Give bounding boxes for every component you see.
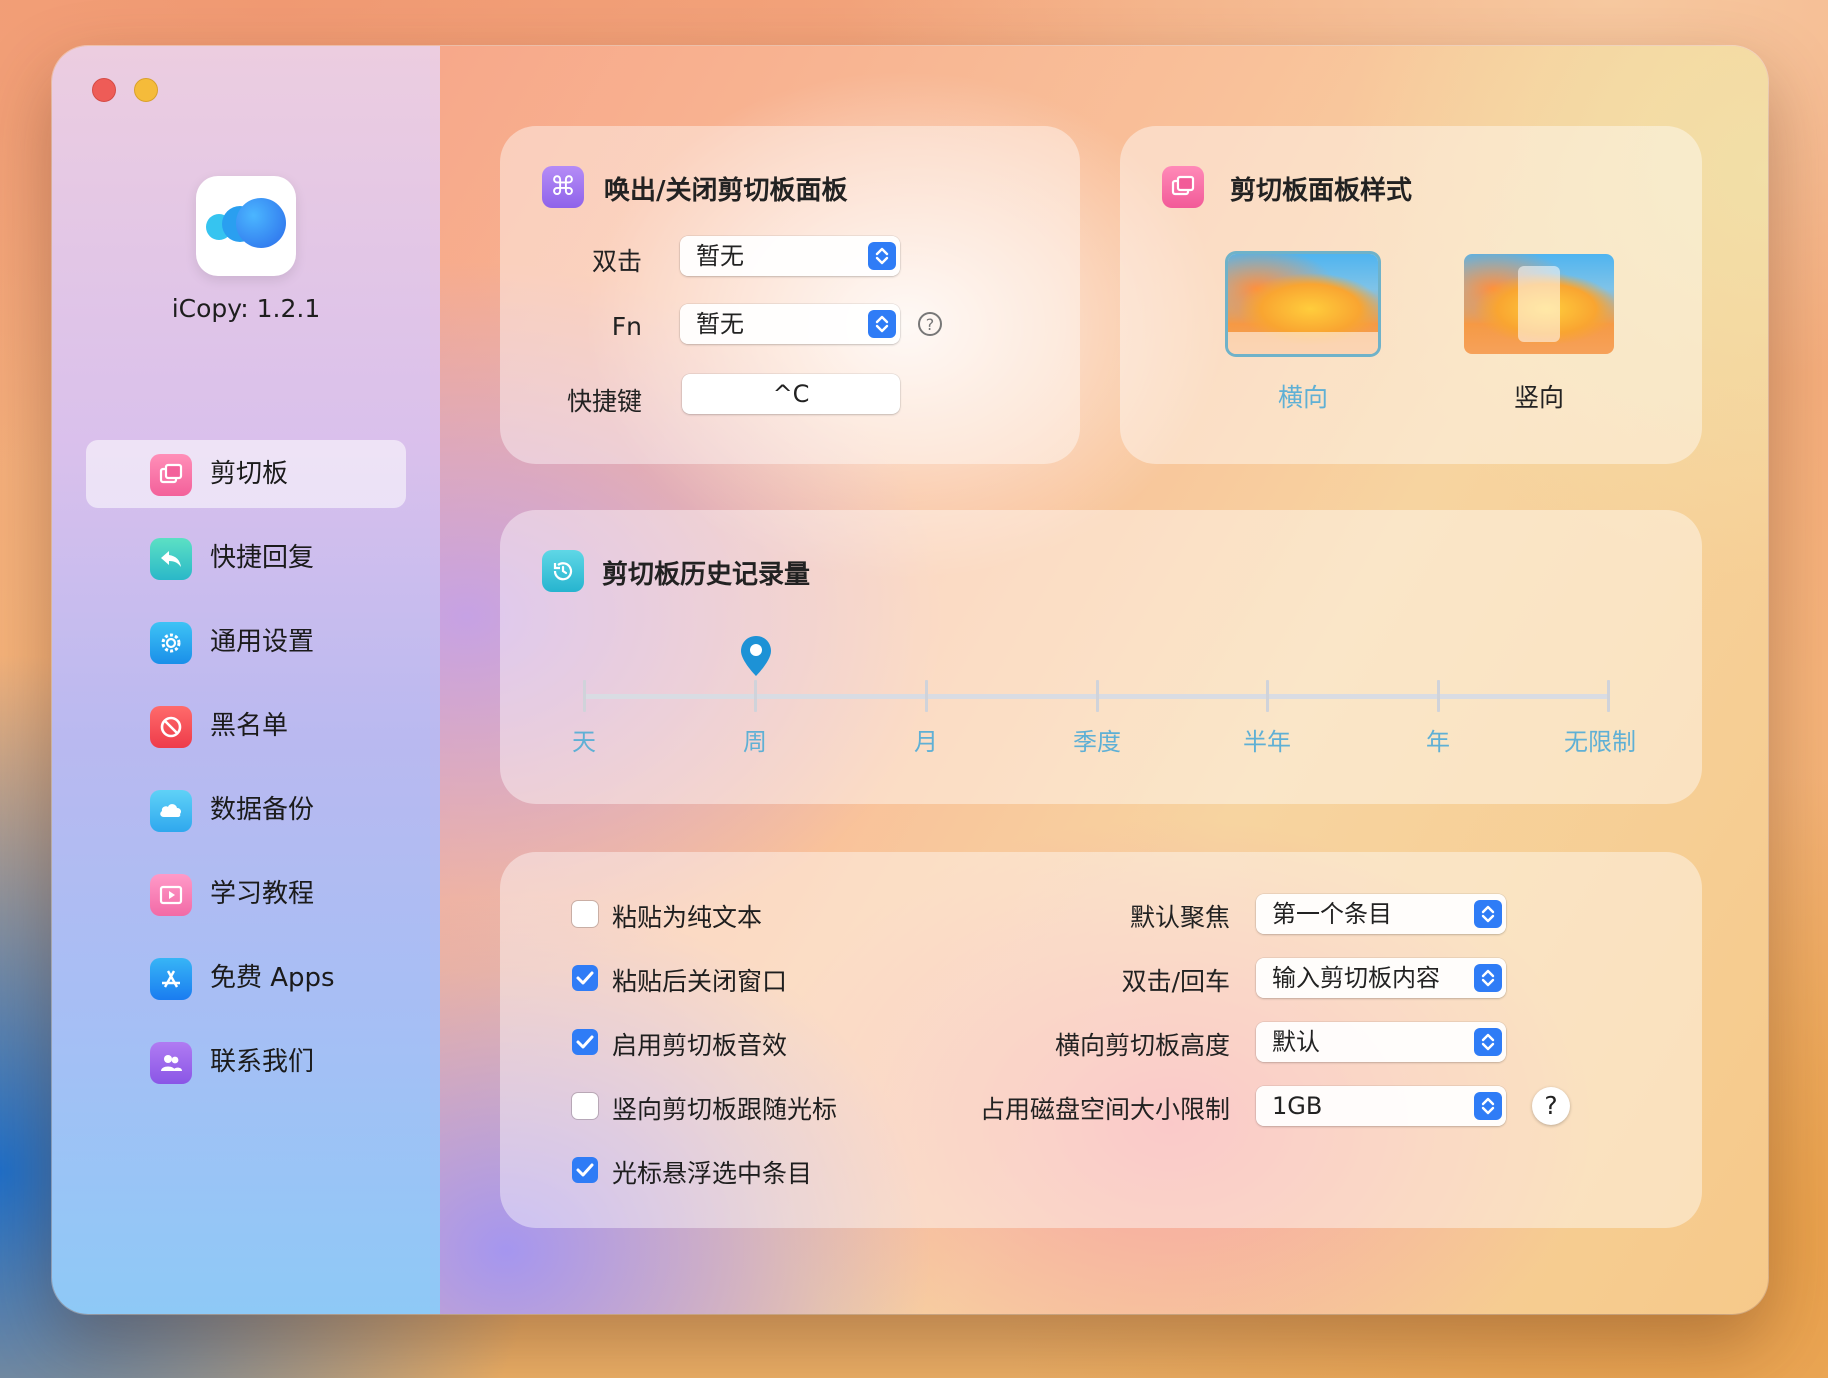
disk-limit-value: 1GB — [1272, 1092, 1323, 1120]
video-icon — [150, 874, 192, 916]
slider-tick — [1607, 680, 1610, 712]
chevron-updown-icon — [1474, 900, 1502, 928]
horizontal-height-select[interactable]: 默认 — [1256, 1022, 1506, 1062]
panel-style-card: 剪切板面板样式 横向 竖向 — [1120, 126, 1702, 464]
app-logo-icon — [196, 176, 296, 276]
slider-tick — [925, 680, 928, 712]
slider-tick — [1266, 680, 1269, 712]
slider-label-unlimited[interactable]: 无限制 — [1540, 722, 1660, 757]
sidebar-item-label: 剪切板 — [210, 459, 289, 489]
slider-tick — [583, 680, 586, 712]
chevron-updown-icon — [1474, 1092, 1502, 1120]
disk-limit-select[interactable]: 1GB — [1256, 1086, 1506, 1126]
sidebar-item-label: 免费 Apps — [210, 963, 335, 993]
slider-label-day[interactable]: 天 — [524, 722, 644, 757]
slider-tick — [754, 680, 757, 712]
double-click-select[interactable]: 暂无 — [680, 236, 900, 276]
reply-icon — [150, 538, 192, 580]
cloud-icon — [150, 790, 192, 832]
history-clock-icon — [542, 550, 584, 592]
sidebar-item-clipboard[interactable]: 剪切板 — [86, 440, 406, 508]
sidebar-item-label: 黑名单 — [210, 711, 289, 741]
disk-limit-label: 占用磁盘空间大小限制 — [979, 1095, 1230, 1124]
disk-limit-help-button[interactable]: ? — [1532, 1087, 1570, 1125]
close-button[interactable] — [92, 78, 116, 102]
default-focus-select[interactable]: 第一个条目 — [1256, 894, 1506, 934]
chevron-updown-icon — [1474, 1028, 1502, 1056]
command-key-icon: ⌘ — [542, 166, 584, 208]
history-card: 剪切板历史记录量 — [500, 510, 1702, 804]
sidebar-nav: 剪切板 快捷回复 通用设置 黑名单 数据备份 学习教程 免费 Apps 联系我们 — [86, 440, 406, 1112]
sidebar-item-label: 联系我们 — [210, 1047, 315, 1077]
sidebar-item-data-backup[interactable]: 数据备份 — [86, 776, 406, 844]
sidebar: iCopy: 1.2.1 剪切板 快捷回复 通用设置 黑名单 数据备份 学习教程… — [52, 46, 440, 1314]
sidebar-item-label: 通用设置 — [210, 627, 315, 657]
slider-pin-icon[interactable] — [739, 634, 773, 678]
vertical-style-option[interactable] — [1464, 254, 1614, 354]
checkbox-sound-effects[interactable] — [572, 1029, 598, 1055]
chevron-updown-icon — [868, 310, 896, 338]
horizontal-style-label: 横向 — [1277, 383, 1328, 412]
checkbox-label: 粘贴为纯文本 — [612, 903, 763, 932]
slider-label-half-year[interactable]: 半年 — [1207, 722, 1327, 757]
window-style-icon — [1162, 166, 1204, 208]
contacts-icon — [150, 1042, 192, 1084]
fn-value: 暂无 — [696, 310, 744, 338]
sidebar-item-quick-reply[interactable]: 快捷回复 — [86, 524, 406, 592]
shortcut-recorder[interactable]: ^C — [682, 374, 900, 414]
double-click-enter-select[interactable]: 输入剪切板内容 — [1256, 958, 1506, 998]
checkbox-label: 竖向剪切板跟随光标 — [612, 1095, 838, 1124]
double-click-value: 暂无 — [696, 242, 744, 270]
sidebar-item-free-apps[interactable]: 免费 Apps — [86, 944, 406, 1012]
checkbox-plain-text[interactable] — [572, 901, 598, 927]
sidebar-item-label: 学习教程 — [210, 879, 315, 909]
sidebar-item-label: 数据备份 — [210, 795, 315, 825]
card-title: 剪切板面板样式 — [1230, 176, 1413, 206]
slider-tick — [1096, 680, 1099, 712]
app-store-icon — [150, 958, 192, 1000]
fn-label: Fn — [611, 312, 642, 341]
fn-select[interactable]: 暂无 — [680, 304, 900, 344]
checkmark-icon — [576, 1035, 594, 1049]
double-click-label: 双击 — [591, 247, 642, 276]
card-title: 剪切板历史记录量 — [602, 560, 811, 590]
checkbox-label: 启用剪切板音效 — [612, 1031, 788, 1060]
sidebar-item-general-settings[interactable]: 通用设置 — [86, 608, 406, 676]
app-version: iCopy: 1.2.1 — [171, 294, 321, 323]
checkbox-follow-cursor[interactable] — [572, 1093, 598, 1119]
slider-label-quarter[interactable]: 季度 — [1037, 722, 1157, 757]
sidebar-item-blacklist[interactable]: 黑名单 — [86, 692, 406, 760]
block-icon — [150, 706, 192, 748]
shortcut-label: 快捷键 — [566, 387, 642, 416]
default-focus-value: 第一个条目 — [1272, 900, 1392, 928]
checkmark-icon — [576, 1163, 594, 1177]
double-click-enter-label: 双击/回车 — [1121, 967, 1230, 996]
sidebar-item-contact-us[interactable]: 联系我们 — [86, 1028, 406, 1096]
checkmark-icon — [576, 971, 594, 985]
slider-label-month[interactable]: 月 — [866, 722, 986, 757]
horizontal-height-value: 默认 — [1272, 1028, 1320, 1056]
help-icon[interactable]: ? — [918, 312, 942, 336]
default-focus-label: 默认聚焦 — [1129, 903, 1230, 932]
sidebar-item-label: 快捷回复 — [210, 543, 315, 573]
vertical-style-label: 竖向 — [1513, 383, 1564, 412]
checkbox-label: 粘贴后关闭窗口 — [612, 967, 788, 996]
checkbox-label: 光标悬浮选中条目 — [612, 1159, 813, 1188]
checkbox-close-after-paste[interactable] — [572, 965, 598, 991]
horizontal-style-option[interactable] — [1228, 254, 1378, 354]
toggle-panel-card: ⌘ 唤出/关闭剪切板面板 双击 暂无 Fn 暂无 ? 快捷键 ^C — [500, 126, 1080, 464]
checkbox-hover-select[interactable] — [572, 1157, 598, 1183]
slider-tick — [1437, 680, 1440, 712]
minimize-button[interactable] — [134, 78, 158, 102]
clipboard-icon — [150, 454, 192, 496]
card-title: 唤出/关闭剪切板面板 — [604, 176, 848, 206]
slider-label-week[interactable]: 周 — [695, 722, 815, 757]
gear-icon — [150, 622, 192, 664]
double-click-enter-value: 输入剪切板内容 — [1272, 964, 1440, 992]
chevron-updown-icon — [1474, 964, 1502, 992]
horizontal-height-label: 横向剪切板高度 — [1054, 1031, 1230, 1060]
chevron-updown-icon — [868, 242, 896, 270]
sidebar-item-tutorials[interactable]: 学习教程 — [86, 860, 406, 928]
slider-label-year[interactable]: 年 — [1378, 722, 1498, 757]
